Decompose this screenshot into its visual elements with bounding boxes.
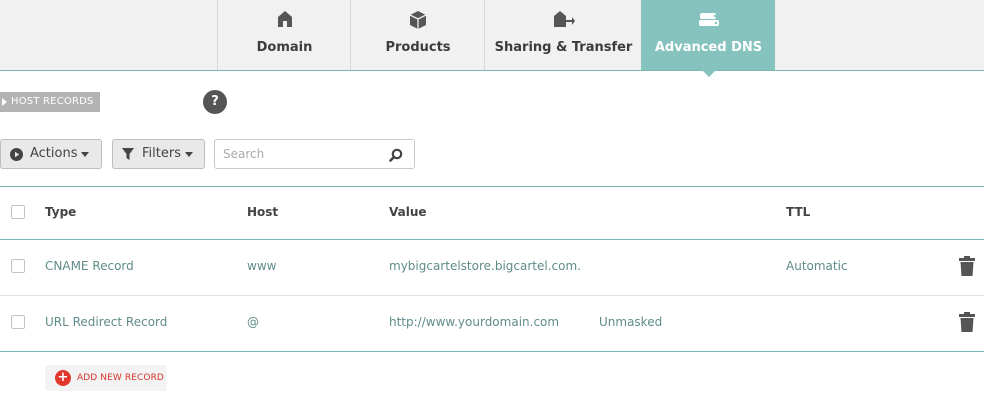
search-input[interactable]: [215, 140, 385, 168]
record-type[interactable]: URL Redirect Record: [45, 315, 167, 329]
plus-icon: +: [55, 370, 71, 386]
server-icon: [642, 10, 775, 32]
tab-products[interactable]: Products: [350, 0, 485, 70]
tab-sharing-transfer[interactable]: Sharing & Transfer: [484, 0, 642, 70]
caret-down-icon: [81, 152, 89, 157]
tab-label: Products: [385, 40, 451, 55]
tab-label: Domain: [256, 40, 313, 55]
column-header-ttl[interactable]: TTL: [786, 205, 810, 219]
add-new-record-button[interactable]: + ADD NEW RECORD: [45, 365, 167, 391]
caret-down-icon: [185, 152, 193, 157]
filters-button[interactable]: Filters: [112, 139, 205, 169]
trash-icon[interactable]: [959, 256, 975, 276]
column-header-value[interactable]: Value: [389, 205, 427, 219]
filter-icon: [122, 148, 134, 160]
search-box: [214, 139, 415, 169]
house-transfer-icon: [485, 10, 642, 32]
add-record-label: ADD NEW RECORD: [77, 373, 164, 383]
filters-label: Filters: [142, 146, 181, 161]
column-header-host[interactable]: Host: [247, 205, 278, 219]
tab-bar: Domain Products Sharing & Transfer Advan…: [0, 0, 984, 77]
actions-button[interactable]: Actions: [0, 139, 102, 169]
select-all-checkbox[interactable]: [11, 205, 25, 219]
table-bottom-border: [0, 351, 984, 352]
trash-icon[interactable]: [959, 312, 975, 332]
record-host[interactable]: www: [247, 259, 276, 273]
tab-advanced-dns[interactable]: Advanced DNS: [641, 0, 775, 77]
row-divider: [0, 295, 984, 296]
play-icon: [10, 148, 23, 161]
row-checkbox[interactable]: [11, 259, 25, 273]
host-records-toggle[interactable]: HOST RECORDS: [0, 92, 100, 112]
active-tab-notch: [701, 70, 716, 77]
section-title: HOST RECORDS: [11, 96, 94, 107]
expand-arrow-icon: [2, 98, 7, 106]
row-checkbox[interactable]: [11, 315, 25, 329]
tab-label: Advanced DNS: [654, 40, 763, 55]
table-top-border: [0, 186, 984, 187]
help-icon[interactable]: ?: [203, 90, 227, 114]
column-header-type[interactable]: Type: [45, 205, 76, 219]
record-value[interactable]: http://www.yourdomain.com: [389, 315, 559, 329]
actions-label: Actions: [30, 146, 78, 161]
redirect-mode[interactable]: Unmasked: [599, 315, 662, 329]
record-host[interactable]: @: [247, 315, 259, 329]
tab-label: Sharing & Transfer: [494, 40, 633, 55]
record-type[interactable]: CNAME Record: [45, 259, 134, 273]
header-divider: [0, 239, 984, 240]
tab-domain[interactable]: Domain: [217, 0, 351, 70]
house-icon: [218, 10, 351, 32]
search-icon[interactable]: [389, 148, 403, 162]
box-icon: [351, 10, 485, 32]
record-value[interactable]: mybigcartelstore.bigcartel.com.: [389, 259, 581, 273]
record-ttl[interactable]: Automatic: [786, 259, 848, 273]
